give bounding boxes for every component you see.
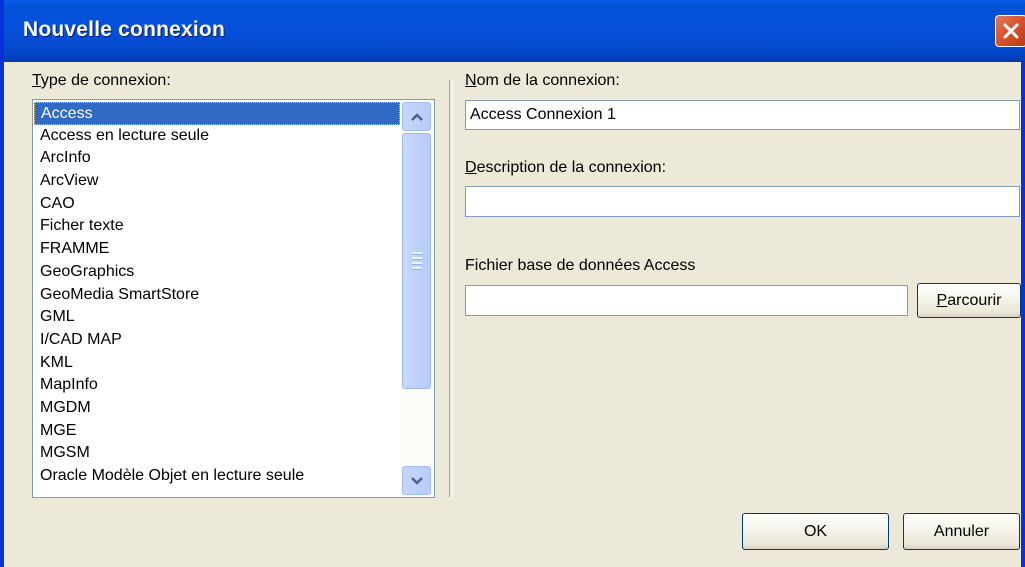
connection-description-label: Description de la connexion:	[465, 159, 666, 177]
connection-name-input[interactable]	[465, 100, 1020, 130]
close-icon	[1003, 23, 1019, 39]
list-item[interactable]: ArcView	[34, 170, 400, 193]
connection-type-label: Type de connexion:	[32, 72, 171, 90]
list-item[interactable]: Access en lecture seule	[34, 125, 400, 148]
connection-type-label-mnemonic: T	[32, 72, 41, 89]
scroll-up-button[interactable]	[402, 102, 431, 131]
connection-name-label-mnemonic: N	[465, 72, 477, 89]
list-item[interactable]: Access	[34, 102, 400, 125]
database-file-input[interactable]	[465, 285, 908, 316]
window-title: Nouvelle connexion	[23, 18, 225, 41]
dialog-window: Nouvelle connexion Type de connexion: Ac…	[0, 0, 1025, 567]
scroll-down-button[interactable]	[402, 466, 431, 495]
connection-description-input[interactable]	[465, 186, 1020, 217]
chevron-down-icon	[411, 477, 423, 485]
chevron-up-icon	[411, 113, 423, 121]
connection-name-label: Nom de la connexion:	[465, 72, 620, 90]
list-item[interactable]: FRAMME	[34, 238, 400, 261]
browse-button[interactable]: Parcourir	[917, 283, 1021, 318]
list-item[interactable]: I/CAD MAP	[34, 329, 400, 352]
list-item[interactable]: GML	[34, 306, 400, 329]
grip-icon	[412, 252, 422, 272]
connection-name-label-text: om de la connexion:	[476, 72, 620, 89]
list-item[interactable]: KML	[34, 352, 400, 375]
connection-type-label-text: ype de connexion:	[40, 72, 171, 89]
connection-type-items: Access Access en lecture seule ArcInfo ArcV…	[34, 102, 400, 488]
connection-type-list[interactable]: Access Access en lecture seule ArcInfo ArcV…	[32, 99, 435, 498]
list-item[interactable]: MGDM	[34, 397, 400, 420]
ok-button[interactable]: OK	[742, 513, 889, 550]
title-bar[interactable]: Nouvelle connexion	[4, 0, 1025, 62]
list-item[interactable]: Ficher texte	[34, 215, 400, 238]
list-item[interactable]: GeoMedia SmartStore	[34, 284, 400, 307]
vertical-divider	[449, 80, 453, 497]
list-item[interactable]: MapInfo	[34, 374, 400, 397]
browse-button-mnemonic: P	[936, 292, 948, 309]
database-file-label: Fichier base de données Access	[465, 257, 696, 274]
list-item[interactable]: GeoGraphics	[34, 261, 400, 284]
cancel-button[interactable]: Annuler	[903, 513, 1020, 550]
connection-description-label-mnemonic: D	[465, 159, 477, 176]
connection-description-label-text: escription de la connexion:	[476, 159, 667, 176]
scroll-thumb[interactable]	[402, 133, 431, 389]
close-button[interactable]	[995, 15, 1025, 47]
browse-button-text: arcourir	[947, 292, 1002, 309]
list-item[interactable]: ArcInfo	[34, 147, 400, 170]
list-item[interactable]: MGE	[34, 420, 400, 443]
list-item[interactable]: CAO	[34, 193, 400, 216]
list-item[interactable]: MGSM	[34, 442, 400, 465]
vertical-scrollbar[interactable]	[401, 101, 433, 496]
list-item[interactable]: Oracle Modèle Objet en lecture seule	[34, 465, 400, 488]
